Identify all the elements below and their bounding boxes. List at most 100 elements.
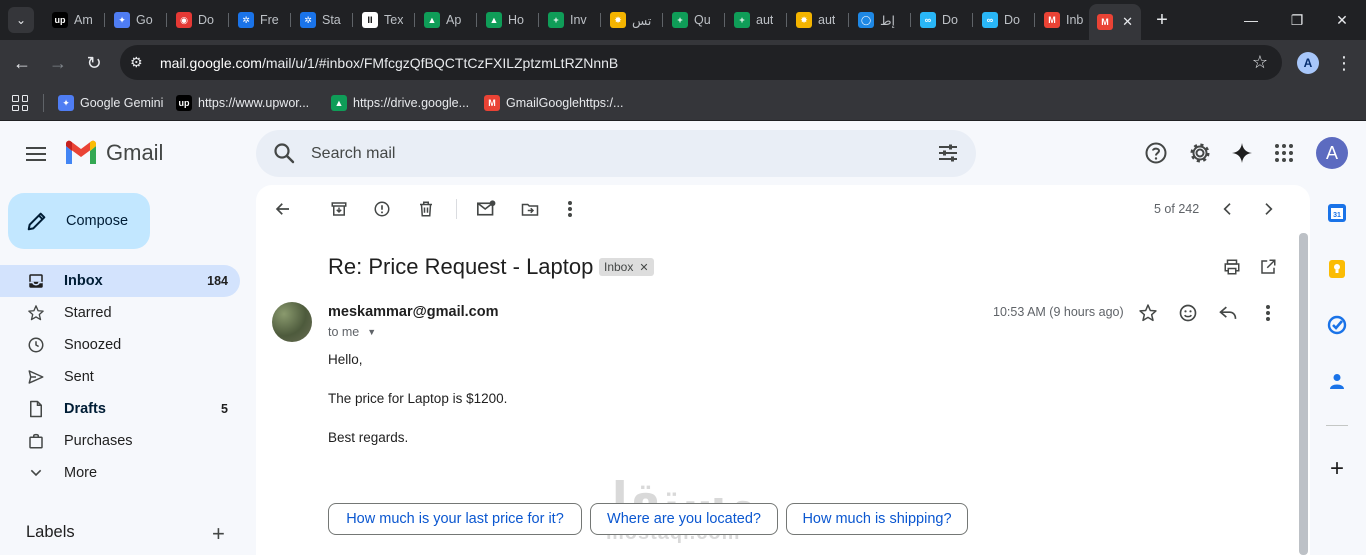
browser-tab[interactable]: ✲ Fre [230, 8, 288, 32]
move-to-folder-icon[interactable] [518, 198, 542, 220]
browser-tab[interactable]: up Am [44, 8, 102, 32]
browser-tab[interactable]: ∞ Do [912, 8, 970, 32]
pencil-icon [27, 212, 46, 231]
more-actions-icon[interactable] [558, 198, 582, 220]
tab-title: إط [880, 13, 896, 28]
sidebar-item-more[interactable]: More [0, 457, 240, 489]
browser-tab[interactable]: ◉ Do [168, 8, 226, 32]
search-input[interactable]: Search mail [311, 145, 395, 163]
bookmark-item[interactable]: ✦ Google Gemini [58, 92, 163, 114]
open-new-window-icon[interactable] [1256, 256, 1280, 278]
reply-icon[interactable] [1217, 302, 1239, 324]
inbox-label-chip[interactable]: Inbox ✕ [599, 258, 654, 276]
back-to-inbox-icon[interactable] [271, 198, 295, 220]
create-label-button[interactable]: + [212, 523, 225, 545]
minimize-button[interactable]: — [1239, 8, 1263, 32]
browser-tab[interactable]: + aut [726, 8, 784, 32]
recipient-details-caret-icon[interactable]: ▼ [367, 327, 376, 337]
sender-email[interactable]: meskammar@gmail.com [328, 304, 499, 320]
new-tab-button[interactable]: + [1150, 8, 1174, 32]
bookmark-item[interactable]: ▲ https://drive.google... [331, 92, 469, 114]
forward-button[interactable]: → [45, 50, 71, 76]
tab-favicon-icon: up [52, 12, 68, 28]
google-keep-icon[interactable] [1326, 258, 1348, 280]
browser-tab[interactable]: + Qu [664, 8, 722, 32]
newer-email-chevron-icon[interactable] [1216, 198, 1240, 220]
sidebar-item-drafts[interactable]: Drafts 5 [0, 393, 240, 425]
google-calendar-icon[interactable]: 31 [1326, 202, 1348, 224]
add-reaction-emoji-icon[interactable] [1177, 302, 1199, 324]
sidebar-item-sent[interactable]: Sent [0, 361, 240, 393]
print-icon[interactable] [1220, 256, 1244, 278]
browser-profile-avatar[interactable]: A [1297, 52, 1319, 74]
browser-menu-icon[interactable]: ⋮ [1334, 50, 1354, 76]
close-tab-icon[interactable]: ✕ [1122, 14, 1133, 30]
back-button[interactable]: ← [9, 50, 35, 76]
browser-tab[interactable]: ▲ Ap [416, 8, 474, 32]
sidebar-item-inbox[interactable]: Inbox 184 [0, 265, 240, 297]
main-menu-icon[interactable] [24, 142, 48, 166]
search-options-icon[interactable] [936, 141, 960, 165]
google-contacts-icon[interactable] [1326, 370, 1348, 392]
browser-tab[interactable]: ✸ aut [788, 8, 846, 32]
help-icon[interactable] [1143, 140, 1169, 166]
remove-label-icon[interactable]: ✕ [639, 261, 648, 274]
gmail-logo[interactable]: Gmail [64, 140, 163, 166]
google-apps-icon[interactable] [1271, 140, 1297, 166]
browser-tab[interactable]: ✦ Go [106, 8, 164, 32]
bag-icon [26, 431, 46, 451]
bookmark-label: Google Gemini [80, 96, 164, 110]
browser-tab[interactable]: + Inv [540, 8, 598, 32]
smart-reply-chip[interactable]: How much is your last price for it? [328, 503, 582, 535]
search-bar[interactable]: Search mail [256, 130, 976, 177]
sidebar-item-label: Inbox [64, 273, 103, 289]
browser-tab[interactable]: II Tex [354, 8, 412, 32]
browser-tab[interactable]: ✸ تس [602, 8, 660, 32]
bookmark-item[interactable]: M GmailGooglehttps:/... [484, 92, 623, 114]
tab-search-dropdown[interactable]: ⌄ [8, 7, 34, 33]
reload-button[interactable]: ↻ [81, 50, 107, 76]
get-addons-plus-icon[interactable]: + [1326, 455, 1348, 482]
search-icon[interactable] [272, 141, 296, 165]
report-spam-icon[interactable] [370, 198, 394, 220]
scrollbar-thumb[interactable] [1299, 233, 1308, 555]
bookmark-item[interactable]: up https://www.upwor... [176, 92, 309, 114]
browser-tab[interactable]: ✲ Sta [292, 8, 350, 32]
compose-button[interactable]: Compose [8, 193, 150, 249]
settings-gear-icon[interactable] [1187, 140, 1213, 166]
browser-tab[interactable]: M Inb [1036, 8, 1094, 32]
tab-favicon-icon: ▲ [486, 12, 502, 28]
browser-tab[interactable]: ∞ Do [974, 8, 1032, 32]
bookmark-star-icon[interactable]: ☆ [1252, 52, 1268, 73]
smart-reply-chip[interactable]: How much is shipping? [786, 503, 968, 535]
url-text: mail.google.com/mail/u/1/#inbox/FMfcgzQf… [160, 54, 619, 71]
star-email-icon[interactable] [1137, 302, 1159, 324]
smart-reply-chip[interactable]: Where are you located? [590, 503, 778, 535]
close-window-button[interactable]: ✕ [1330, 8, 1354, 32]
older-email-chevron-icon[interactable] [1256, 198, 1280, 220]
gemini-sparkle-icon[interactable] [1229, 140, 1255, 166]
address-bar[interactable]: ⚙ mail.google.com/mail/u/1/#inbox/FMfcgz… [120, 45, 1282, 80]
tab-separator [414, 13, 415, 27]
sidebar-item-snoozed[interactable]: Snoozed [0, 329, 240, 361]
sender-avatar[interactable] [272, 302, 312, 342]
browser-tab[interactable]: ◯ إط [850, 8, 908, 32]
mark-unread-icon[interactable] [474, 198, 498, 220]
recipient-line[interactable]: to me ▼ [328, 325, 376, 339]
archive-icon[interactable] [327, 198, 351, 220]
apps-grid-icon[interactable] [12, 95, 28, 111]
message-more-icon[interactable] [1257, 302, 1279, 324]
tab-title: Fre [260, 13, 279, 27]
sidebar-item-purchases[interactable]: Purchases [0, 425, 240, 457]
browser-tab[interactable]: ▲ Ho [478, 8, 536, 32]
google-tasks-icon[interactable] [1326, 314, 1348, 336]
tab-favicon-icon: ✸ [796, 12, 812, 28]
compose-label: Compose [66, 213, 129, 229]
sidebar-item-starred[interactable]: Starred [0, 297, 240, 329]
browser-tab-active[interactable]: M ✕ [1089, 4, 1141, 40]
bookmark-favicon-icon: M [484, 95, 500, 111]
delete-trash-icon[interactable] [414, 198, 438, 220]
restore-button[interactable]: ❐ [1285, 8, 1309, 32]
site-settings-icon[interactable]: ⚙ [130, 54, 150, 71]
account-avatar[interactable]: A [1316, 137, 1348, 169]
